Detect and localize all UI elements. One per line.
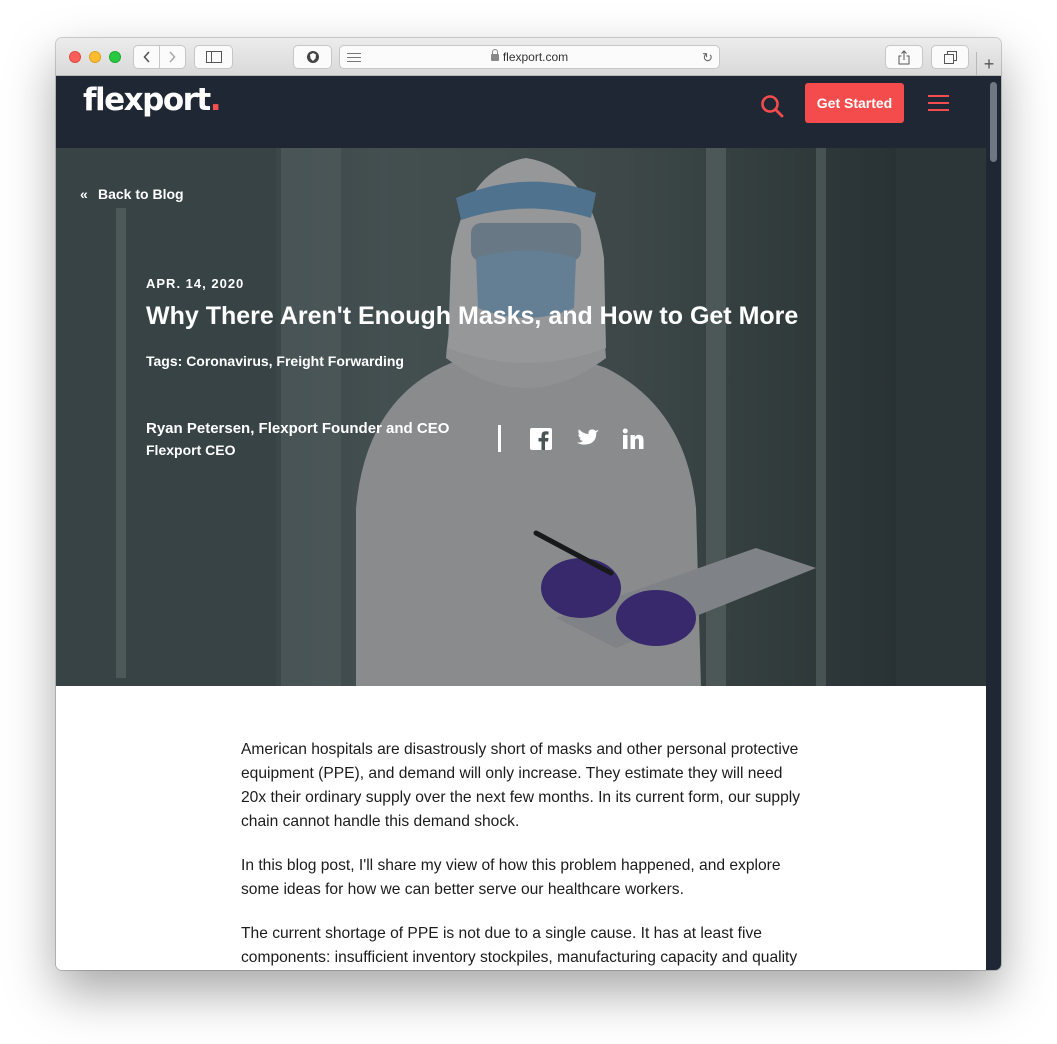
plus-icon: + bbox=[983, 53, 995, 74]
lock-icon bbox=[490, 49, 499, 61]
new-tab-button[interactable]: + bbox=[976, 52, 1001, 76]
site-header: flexport. Get Started bbox=[56, 76, 986, 148]
share-icon bbox=[898, 49, 910, 64]
back-arrow-icon: « bbox=[80, 186, 88, 202]
hero-banner: « Back to Blog APR. 14, 2020 Why There A… bbox=[56, 148, 986, 686]
nav-buttons bbox=[133, 45, 186, 69]
author-name: Ryan Petersen, Flexport Founder and CEO bbox=[146, 420, 450, 437]
get-started-button[interactable]: Get Started bbox=[805, 83, 904, 123]
scrollbar-thumb[interactable] bbox=[990, 82, 997, 162]
chevron-left-icon bbox=[142, 51, 150, 63]
sidebar-toggle-button[interactable] bbox=[194, 45, 233, 69]
browser-toolbar: flexport.com ↻ + bbox=[56, 38, 1001, 76]
close-window-button[interactable] bbox=[69, 51, 81, 63]
reload-icon[interactable]: ↻ bbox=[702, 50, 713, 66]
facebook-icon[interactable] bbox=[530, 428, 552, 450]
page-scrollbar[interactable] bbox=[986, 76, 1001, 970]
article-paragraph: In this blog post, I'll share my view of… bbox=[241, 857, 781, 898]
forward-button[interactable] bbox=[160, 46, 185, 68]
back-button[interactable] bbox=[134, 46, 159, 68]
tabs-icon bbox=[943, 50, 957, 64]
twitter-icon[interactable] bbox=[576, 428, 600, 450]
tab-overview-button[interactable] bbox=[931, 45, 969, 69]
linkedin-icon[interactable] bbox=[622, 428, 644, 450]
post-date: APR. 14, 2020 bbox=[146, 276, 245, 291]
article-paragraph: The current shortage of PPE is not due t… bbox=[241, 925, 798, 966]
zoom-window-button[interactable] bbox=[109, 51, 121, 63]
post-tags[interactable]: Tags: Coronavirus, Freight Forwarding bbox=[146, 353, 404, 369]
social-divider bbox=[498, 425, 501, 452]
address-bar[interactable]: flexport.com ↻ bbox=[339, 45, 720, 69]
hamburger-menu-icon[interactable] bbox=[928, 95, 949, 111]
author-role: Flexport CEO bbox=[146, 442, 236, 458]
flexport-logo[interactable]: flexport. bbox=[83, 82, 222, 118]
chevron-right-icon bbox=[169, 51, 177, 63]
web-page: flexport. Get Started « Back to Blog APR… bbox=[56, 76, 986, 970]
sidebar-icon bbox=[205, 51, 222, 63]
article-paragraph: American hospitals are disastrously shor… bbox=[241, 741, 801, 830]
share-button[interactable] bbox=[885, 45, 923, 69]
minimize-window-button[interactable] bbox=[89, 51, 101, 63]
url-text: flexport.com bbox=[502, 50, 569, 64]
shield-icon bbox=[306, 51, 319, 63]
back-to-blog-label: Back to Blog bbox=[98, 186, 184, 202]
back-to-blog-link[interactable]: « Back to Blog bbox=[80, 186, 184, 202]
privacy-report-button[interactable] bbox=[293, 45, 332, 69]
post-title: Why There Aren't Enough Masks, and How t… bbox=[146, 302, 799, 330]
browser-window: flexport.com ↻ + flexport. Get Started «… bbox=[56, 38, 1001, 970]
search-icon[interactable] bbox=[760, 94, 784, 118]
article-body: American hospitals are disastrously shor… bbox=[241, 738, 801, 970]
